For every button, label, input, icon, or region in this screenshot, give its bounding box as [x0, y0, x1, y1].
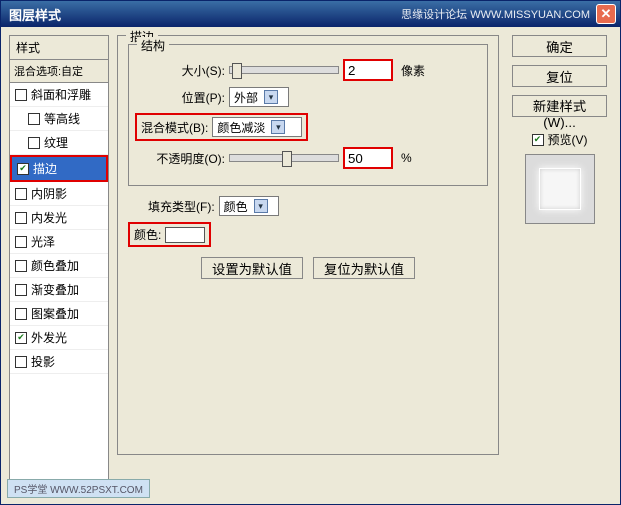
- position-label: 位置(P):: [135, 89, 225, 106]
- close-button[interactable]: ✕: [596, 4, 616, 24]
- style-item-6[interactable]: 光泽: [10, 230, 108, 254]
- style-item-label: 等高线: [44, 110, 80, 127]
- new-style-button[interactable]: 新建样式(W)...: [512, 95, 607, 117]
- stroke-panel: 描边 结构 大小(S): 像素 位置(P): 外部 ▾: [117, 35, 499, 455]
- dialog-title: 图层样式: [9, 5, 61, 24]
- styles-list: 样式 混合选项:自定 斜面和浮雕等高线纹理描边内阴影内发光光泽颜色叠加渐变叠加图…: [9, 35, 109, 496]
- checkbox-icon[interactable]: [15, 332, 27, 344]
- style-item-label: 斜面和浮雕: [31, 86, 91, 103]
- style-item-9[interactable]: 图案叠加: [10, 302, 108, 326]
- watermark: PS学堂 WWW.52PSXT.COM: [7, 479, 150, 498]
- checkbox-icon[interactable]: [15, 188, 27, 200]
- style-item-label: 投影: [31, 353, 55, 370]
- check-icon: [532, 134, 544, 146]
- chevron-down-icon: ▾: [264, 90, 278, 104]
- filltype-label: 填充类型(F):: [148, 198, 215, 215]
- style-item-label: 颜色叠加: [31, 257, 79, 274]
- style-item-label: 内发光: [31, 209, 67, 226]
- style-item-3[interactable]: 描边: [10, 155, 108, 182]
- style-item-4[interactable]: 内阴影: [10, 182, 108, 206]
- filltype-select[interactable]: 颜色 ▾: [219, 196, 279, 216]
- style-item-2[interactable]: 纹理: [10, 131, 108, 155]
- style-item-0[interactable]: 斜面和浮雕: [10, 83, 108, 107]
- opacity-input[interactable]: [343, 147, 393, 169]
- structure-group: 结构 大小(S): 像素 位置(P): 外部 ▾: [128, 44, 488, 186]
- checkbox-icon[interactable]: [15, 212, 27, 224]
- brand-text: 思缘设计论坛 WWW.MISSYUAN.COM: [401, 6, 590, 22]
- size-input[interactable]: [343, 59, 393, 81]
- checkbox-icon[interactable]: [15, 284, 27, 296]
- size-label: 大小(S):: [135, 62, 225, 79]
- checkbox-icon[interactable]: [15, 89, 27, 101]
- reset-default-button[interactable]: 复位为默认值: [313, 257, 415, 279]
- style-item-8[interactable]: 渐变叠加: [10, 278, 108, 302]
- style-item-5[interactable]: 内发光: [10, 206, 108, 230]
- style-item-label: 图案叠加: [31, 305, 79, 322]
- layer-style-dialog: 图层样式 思缘设计论坛 WWW.MISSYUAN.COM ✕ 样式 混合选项:自…: [0, 0, 621, 505]
- blend-mode-select[interactable]: 颜色减淡 ▾: [212, 117, 302, 137]
- opacity-label: 不透明度(O):: [135, 150, 225, 167]
- style-item-label: 内阴影: [31, 185, 67, 202]
- size-unit: 像素: [401, 62, 425, 79]
- position-select[interactable]: 外部 ▾: [229, 87, 289, 107]
- style-item-label: 光泽: [31, 233, 55, 250]
- checkbox-icon[interactable]: [17, 163, 29, 175]
- style-item-1[interactable]: 等高线: [10, 107, 108, 131]
- style-item-label: 外发光: [31, 329, 67, 346]
- ok-button[interactable]: 确定: [512, 35, 607, 57]
- size-slider[interactable]: [229, 66, 339, 74]
- chevron-down-icon: ▾: [254, 199, 268, 213]
- style-item-7[interactable]: 颜色叠加: [10, 254, 108, 278]
- styles-header: 样式: [10, 36, 108, 60]
- opacity-unit: %: [401, 151, 412, 165]
- cancel-button[interactable]: 复位: [512, 65, 607, 87]
- checkbox-icon[interactable]: [15, 260, 27, 272]
- style-item-11[interactable]: 投影: [10, 350, 108, 374]
- style-item-label: 纹理: [44, 134, 68, 151]
- color-swatch[interactable]: [165, 227, 205, 243]
- preview-checkbox[interactable]: 预览(V): [532, 131, 588, 148]
- checkbox-icon[interactable]: [15, 356, 27, 368]
- set-default-button[interactable]: 设置为默认值: [201, 257, 303, 279]
- titlebar: 图层样式 思缘设计论坛 WWW.MISSYUAN.COM ✕: [1, 1, 620, 27]
- chevron-down-icon: ▾: [271, 120, 285, 134]
- checkbox-icon[interactable]: [15, 236, 27, 248]
- preview-thumbnail: [525, 154, 595, 224]
- structure-title: 结构: [137, 37, 169, 54]
- blend-mode-label: 混合模式(B):: [141, 119, 208, 136]
- color-label: 颜色:: [134, 226, 161, 243]
- opacity-slider[interactable]: [229, 154, 339, 162]
- blend-options-item[interactable]: 混合选项:自定: [10, 60, 108, 83]
- checkbox-icon[interactable]: [28, 113, 40, 125]
- checkbox-icon[interactable]: [28, 137, 40, 149]
- style-item-label: 描边: [33, 160, 57, 177]
- style-item-10[interactable]: 外发光: [10, 326, 108, 350]
- checkbox-icon[interactable]: [15, 308, 27, 320]
- style-item-label: 渐变叠加: [31, 281, 79, 298]
